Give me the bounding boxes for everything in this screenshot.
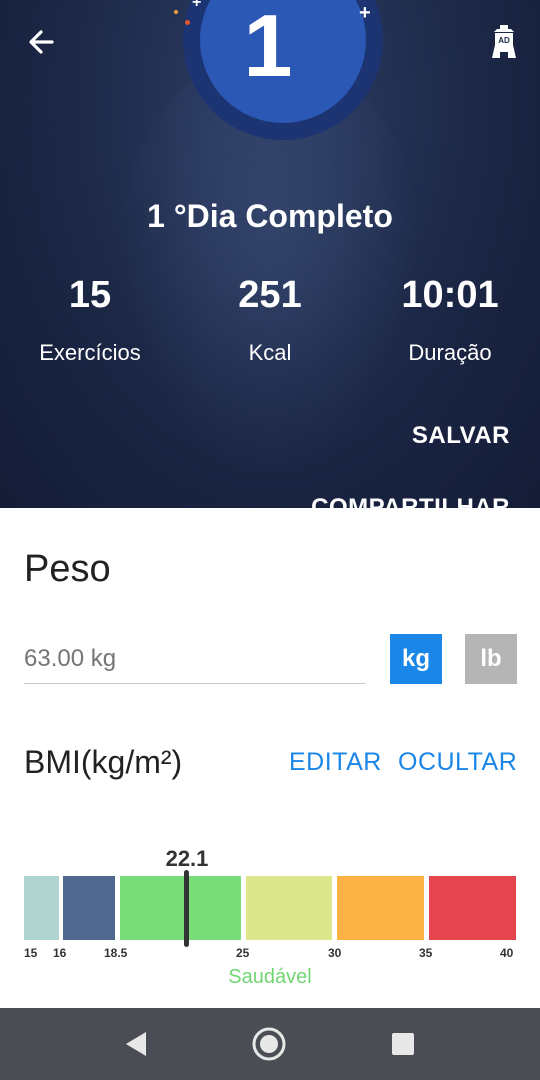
weight-input[interactable]	[24, 634, 366, 684]
stat-label: Exercícios	[39, 340, 141, 365]
sparkle-icon: +	[359, 2, 371, 24]
bmi-title: BMI(kg/m²)	[24, 744, 183, 780]
workout-complete-header: 1 + + AD 1 °Dia Completo 15 Exercícios 2…	[0, 0, 540, 510]
bmi-tick-label: 16	[53, 946, 67, 960]
bmi-segment-underweight	[63, 876, 115, 940]
bmi-tick-label: 15	[24, 946, 38, 960]
back-button[interactable]	[22, 22, 62, 62]
bmi-hide-button[interactable]: OCULTAR	[398, 748, 517, 777]
nav-recents-button[interactable]	[385, 1026, 421, 1062]
ad-tower-icon: AD	[492, 25, 516, 58]
bmi-tick-label: 40	[500, 946, 514, 960]
unit-kg-button[interactable]: kg	[390, 634, 442, 684]
nav-back-button[interactable]	[120, 1026, 156, 1062]
weight-title: Peso	[24, 548, 111, 590]
bmi-tick-label: 25	[236, 946, 250, 960]
bmi-marker	[184, 870, 189, 947]
bmi-segment-obese	[337, 876, 424, 940]
back-triangle-icon	[126, 1032, 146, 1056]
system-navigation-bar	[0, 1008, 540, 1080]
bmi-segment-severely-obese	[429, 876, 516, 940]
stat-label: Duração	[408, 340, 492, 365]
nav-home-button[interactable]	[251, 1026, 287, 1062]
remove-ads-button[interactable]: AD	[486, 22, 522, 62]
recents-square-icon	[392, 1033, 414, 1055]
bmi-segment-healthy	[120, 876, 241, 940]
confetti-dot	[174, 10, 178, 14]
bmi-status: Saudável	[228, 966, 312, 988]
confetti-dot	[185, 20, 190, 25]
weight-bmi-card: Peso kg lb BMI(kg/m²) EDITAR OCULTAR 22.…	[0, 508, 540, 1008]
save-button[interactable]: SALVAR	[412, 422, 510, 450]
bmi-tick-label: 35	[419, 946, 433, 960]
stat-duration: 10:01 Duração	[360, 272, 540, 368]
bmi-tick-label: 30	[328, 946, 342, 960]
bmi-segment-severely-underweight	[24, 876, 59, 940]
unit-lb-button[interactable]: lb	[465, 634, 517, 684]
bmi-edit-button[interactable]: EDITAR	[289, 748, 382, 777]
day-number: 1	[243, 0, 293, 95]
stat-kcal: 251 Kcal	[180, 272, 360, 368]
day-complete-title: 1 °Dia Completo	[147, 198, 393, 234]
stat-value: 251	[238, 274, 302, 316]
stat-value: 15	[68, 274, 112, 316]
stat-label: Kcal	[248, 340, 292, 365]
bmi-segment-overweight	[246, 876, 332, 940]
bmi-tick-label: 18.5	[104, 946, 128, 960]
bmi-value: 22.1	[165, 846, 209, 871]
ad-label: AD	[498, 36, 510, 45]
stat-exercises: 15 Exercícios	[0, 272, 180, 368]
arrow-left-icon	[29, 30, 54, 54]
home-circle-icon	[252, 1027, 286, 1061]
stat-value: 10:01	[401, 274, 499, 316]
sparkle-icon: +	[192, 0, 202, 11]
